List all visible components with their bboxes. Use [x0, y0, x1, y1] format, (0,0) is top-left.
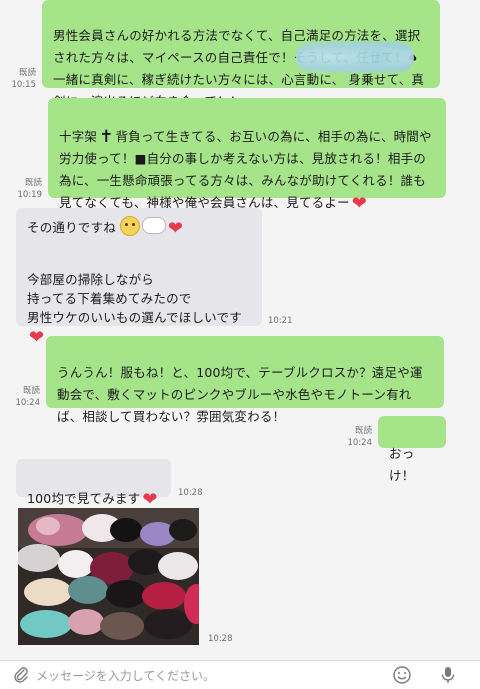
- thought-bubble-icon: [141, 217, 166, 234]
- message-bubble-received[interactable]: 100均で見てみます ❤: [16, 459, 171, 509]
- message-text: おっけ！: [389, 446, 415, 483]
- message-bubble-sent[interactable]: 十字架 ✝ 背負って生きてる、お互いの為に、相手の為に、時間や労力使って！■自分の事…: [48, 98, 446, 213]
- photo-message[interactable]: [18, 508, 199, 645]
- heart-icon: ❤: [167, 218, 184, 239]
- microphone-icon[interactable]: [438, 665, 458, 685]
- message-input[interactable]: メッセージを入力してください。: [36, 665, 376, 687]
- heart-icon: ❤: [142, 489, 158, 510]
- message-text: その通りですね: [27, 220, 116, 235]
- message-text: 十字架: [59, 129, 98, 144]
- message-time: 10:28: [178, 488, 203, 498]
- message-meta: 既読 10:24: [10, 385, 41, 409]
- emoji-icon[interactable]: [392, 665, 412, 685]
- message-bubble-received[interactable]: その通りですね ❤ 今部屋の掃除しながら 持ってる下着集めてみたので 男性ウケのい…: [16, 208, 262, 347]
- message-text: 100均で見てみます: [27, 491, 141, 506]
- message-meta: 既読 10:24: [340, 425, 373, 449]
- message-bubble-sent[interactable]: おっけ！: [378, 416, 446, 483]
- message-time: 10:15: [11, 80, 37, 90]
- message-text: うんうん！服もね！と、100均で、テーブルクロスか？遠足や運動会で、敷くマットの…: [57, 365, 423, 424]
- read-receipt: 既読: [354, 426, 372, 436]
- message-time: 10:21: [268, 316, 293, 326]
- message-input-bar: メッセージを入力してください。: [0, 660, 480, 689]
- message-text: 背負って生きてる、お互いの為に、相手の為に、時間や労力使って！■自分の事しか考え…: [59, 129, 432, 210]
- message-meta: 既読 10:19: [10, 177, 43, 201]
- message-time: 10:24: [15, 398, 41, 408]
- message-bubble-sent[interactable]: うんうん！服もね！と、100均で、テーブルクロスか？遠足や運動会で、敷くマットの…: [46, 336, 444, 424]
- cross-icon: ✝: [99, 127, 114, 147]
- chat-message-list[interactable]: 既読 10:15 男性会員さんの好かれる方法でなくて、自己満足の方法を、選択され…: [0, 0, 480, 660]
- thinking-face-icon: [119, 216, 140, 236]
- message-line: 今部屋の掃除しながら 持ってる下着集めてみたので 男性ウケのいいもの選んでほしい…: [27, 251, 251, 348]
- message-meta: 既読 10:15: [4, 67, 37, 91]
- message-text: 今部屋の掃除しながら 持ってる下着集めてみたので 男性ウケのいいもの選んでほしい…: [27, 272, 242, 325]
- message-line: その通りですね ❤: [27, 216, 251, 239]
- decorative-sticker-overlay: [296, 40, 414, 74]
- photo-image: [18, 508, 199, 645]
- message-time: 10:19: [17, 190, 43, 200]
- attachment-icon[interactable]: [12, 666, 30, 684]
- heart-icon: ❤: [29, 327, 45, 348]
- message-time: 10:24: [347, 438, 373, 448]
- read-receipt: 既読: [22, 386, 40, 396]
- heart-icon: ❤: [351, 193, 368, 214]
- message-time: 10:28: [208, 634, 233, 644]
- read-receipt: 既読: [18, 68, 36, 78]
- read-receipt: 既読: [24, 178, 42, 188]
